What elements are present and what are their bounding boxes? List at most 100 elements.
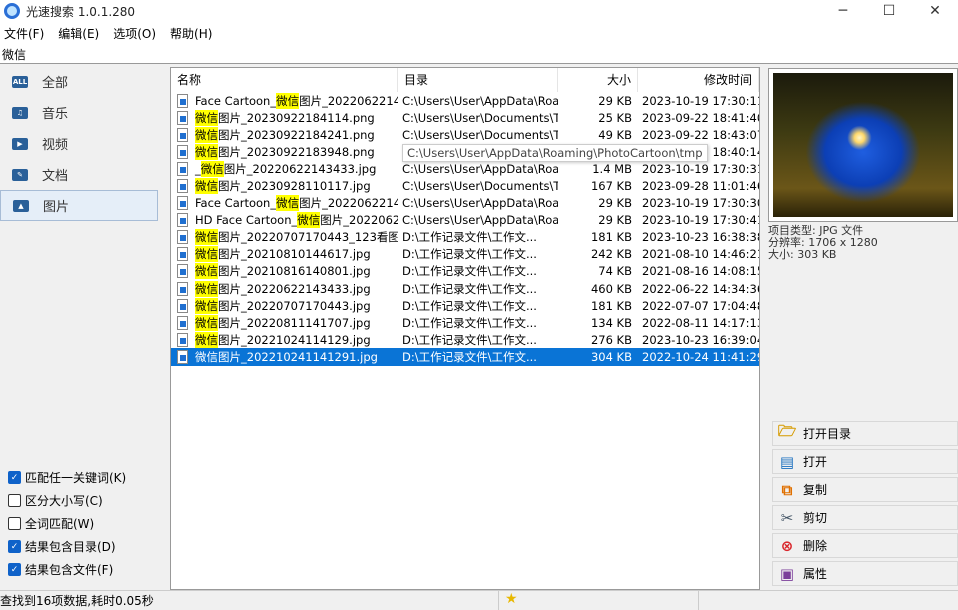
table-row[interactable]: 微信图片_202210241141291.jpg D:\工作记录文件\工作文...… [171,348,759,366]
all-icon: ALL [12,75,28,88]
action-panel: 🗁 打开目录 ▤ 打开 ⧉ 复制 ✂ 剪切 ⊗ 删除 ▣ 属性 [772,421,958,589]
name-cell: 微信图片_202210241141291.jpg [171,349,398,365]
name-suffix: 图片_20220707170443.jpg [218,298,371,313]
table-row[interactable]: 微信 图片_20210816140801.jpg D:\工作记录文件\工作文... 7… [171,263,759,280]
checkbox-icon[interactable] [8,517,21,530]
option-checkbox[interactable]: ✓ 匹配任一关键词(K) [8,466,126,489]
image-file-icon [177,332,188,347]
modified-cell: 2021-08-10 14:46:21 [642,247,759,262]
directory-cell: D:\工作记录文件\工作文... [402,332,537,347]
checkbox-icon[interactable]: ✓ [8,540,21,553]
minimize-button[interactable]: ─ [820,0,866,22]
action-button[interactable]: ▤ 打开 [772,449,958,474]
table-row[interactable]: 微信 图片_20220811141707.jpg D:\工作记录文件\工作文... 1… [171,314,759,331]
checkbox-icon[interactable]: ✓ [8,471,21,484]
keyword-highlight: 微信 [195,109,218,126]
image-file-icon [177,161,188,176]
name-cell: 微信 图片_20220622143433.jpg [171,280,398,297]
action-label: 打开 [803,455,828,469]
name-prefix: Face Cartoon_ [195,196,277,211]
sidebar-item-label: 音乐 [42,107,69,122]
option-checkbox[interactable]: 区分大小写(C) [8,489,126,512]
table-row[interactable]: 微信 图片_20230928110117.jpg C:\Users\User\Doc… [171,177,759,195]
table-row[interactable]: 微信 图片_20221024114129.jpg D:\工作记录文件\工作文... 2… [171,331,759,348]
info-size: 大小: 303 KB [768,248,837,261]
action-button[interactable]: 🗁 打开目录 [772,421,958,446]
table-row[interactable]: 微信 图片_20210810144617.jpg D:\工作记录文件\工作文... 2… [171,246,759,263]
table-row[interactable]: 微信 图片_20230922184241.png C:\Users\User\Doc… [171,126,759,143]
name-suffix: 图片_20230922184114.png [218,110,375,125]
action-button[interactable]: ⊗ 删除 [772,533,958,558]
menu-bar: 文件(F) 编辑(E) 选项(O) 帮助(H) [0,22,958,44]
action-button[interactable]: ✂ 剪切 [772,505,958,530]
menu-file[interactable]: 文件(F) [4,25,44,42]
table-row[interactable]: 微信 图片_20230922184114.png C:\Users\User\Doc… [171,109,759,126]
modified-cell: 2022-10-24 11:41:29 [642,349,759,364]
column-size[interactable]: 大小 [558,68,638,92]
sidebar-item-video[interactable]: ▶ 视频 [0,128,158,159]
action-label: 剪切 [803,511,828,525]
sidebar-item-music[interactable]: ♫ 音乐 [0,97,158,128]
name-suffix: 图片_20230922183948.png [218,144,375,159]
sidebar-item-label: 文档 [42,169,69,184]
maximize-button[interactable]: ☐ [866,0,912,22]
column-directory[interactable]: 目录 [398,68,558,92]
menu-help[interactable]: 帮助(H) [170,25,212,42]
column-name[interactable]: 名称 [171,68,398,92]
menu-options[interactable]: 选项(O) [113,25,156,42]
close-button[interactable]: ✕ [912,0,958,22]
modified-cell: 2023-10-23 16:39:04 [642,332,759,347]
action-button[interactable]: ▣ 属性 [772,561,958,586]
checkbox-icon[interactable] [8,494,21,507]
size-cell: 29 KB [598,196,632,211]
keyword-highlight: 微信 [195,246,218,263]
star-icon[interactable]: ★ [498,590,698,610]
option-checkbox[interactable]: ✓ 结果包含目录(D) [8,535,126,558]
name-suffix: 图片_20221024114129.jpg [218,332,371,347]
menu-edit[interactable]: 编辑(E) [58,25,99,42]
name-cell: _ 微信 图片_20220622143433.jpg [171,160,398,177]
option-label: 全词匹配(W) [25,517,95,531]
table-row[interactable]: _ 微信 图片_20220622143433.jpg C:\Users\User\Ap… [171,160,759,177]
table-row[interactable]: HD Face Cartoon_微信图片_2022062... C:\Users\… [171,212,759,229]
directory-cell: C:\Users\User\AppData\Roa... [402,196,558,211]
table-row[interactable]: 微信 图片_20220707170443_123看图... D:\工作记录文件\工作… [171,229,759,246]
name-suffix: 图片_20220811141707.jpg [218,315,371,330]
table-row[interactable]: 微信 图片_20220707170443.jpg D:\工作记录文件\工作文... 1… [171,297,759,314]
modified-cell: 2023-09-22 18:41:40 [642,110,759,125]
image-file-icon [177,179,188,194]
search-input[interactable]: 微信 [0,44,958,64]
table-row[interactable]: Face Cartoon_微信图片_2022062214... C:\Users\… [171,92,759,109]
image-preview [768,68,958,222]
keyword-highlight: 微信 [200,160,224,177]
option-checkbox[interactable]: ✓ 结果包含文件(F) [8,558,126,581]
name-suffix: 图片_2022062214... [299,196,398,211]
table-row[interactable]: Face Cartoon_微信图片_2022062214... C:\Users\… [171,195,759,212]
sidebar-item-image[interactable]: ▲ 图片 [0,190,158,221]
directory-cell: C:\Users\User\AppData\Roa... [402,213,558,228]
scissors-icon: ✂ [780,508,794,527]
action-label: 属性 [803,567,828,581]
image-icon: ▲ [13,199,29,212]
name-cell: 微信 图片_20210810144617.jpg [171,246,398,263]
action-button[interactable]: ⧉ 复制 [772,477,958,502]
directory-cell: D:\工作记录文件\工作文... [402,315,537,330]
sidebar-item-document[interactable]: ✎ 文档 [0,159,158,190]
sidebar-item-all[interactable]: ALL 全部 [0,66,158,97]
modified-cell: 2022-07-07 17:04:48 [642,298,759,313]
keyword-highlight: 微信 [276,195,300,212]
directory-cell: C:\Users\User\AppData\Roa... [402,161,558,176]
image-file-icon [177,298,188,313]
column-modified[interactable]: 修改时间 [638,68,759,92]
table-row[interactable]: 微信 图片_20220622143433.jpg D:\工作记录文件\工作文... 4… [171,280,759,297]
option-checkbox[interactable]: 全词匹配(W) [8,512,126,535]
keyword-highlight: 微信 [195,280,218,297]
action-label: 打开目录 [803,427,852,441]
image-file-icon [177,144,188,159]
checkbox-icon[interactable]: ✓ [8,563,21,576]
image-file-icon [177,196,188,211]
option-label: 结果包含目录(D) [25,540,116,554]
sidebar-item-label: 全部 [42,76,69,91]
name-cell: 微信 图片_20230928110117.jpg [171,178,398,195]
name-suffix: 图片_20210816140801.jpg [218,264,371,279]
